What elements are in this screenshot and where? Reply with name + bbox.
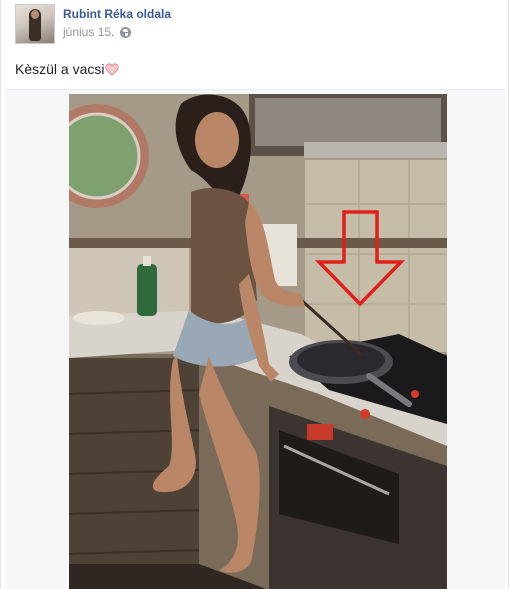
post-timestamp[interactable]: június 15. bbox=[63, 25, 114, 39]
avatar[interactable] bbox=[15, 4, 55, 44]
kitchen-photo-illustration bbox=[69, 94, 447, 589]
page-name-link[interactable]: Rubint Réka oldala bbox=[63, 7, 171, 22]
post-meta: Rubint Réka oldala június 15. bbox=[63, 4, 171, 39]
post-header: Rubint Réka oldala június 15. bbox=[15, 4, 171, 44]
post-message: Kèszül a vacsi bbox=[15, 60, 120, 78]
photo-container bbox=[5, 89, 506, 589]
post-photo[interactable] bbox=[69, 94, 447, 589]
post-message-text: Kèszül a vacsi bbox=[15, 61, 105, 77]
avatar-face bbox=[31, 10, 39, 19]
globe-icon[interactable] bbox=[120, 26, 132, 38]
heart-icon bbox=[105, 62, 120, 76]
facebook-post: Rubint Réka oldala június 15. Kèszül a v… bbox=[0, 0, 509, 589]
timestamp-row: június 15. bbox=[63, 25, 171, 39]
